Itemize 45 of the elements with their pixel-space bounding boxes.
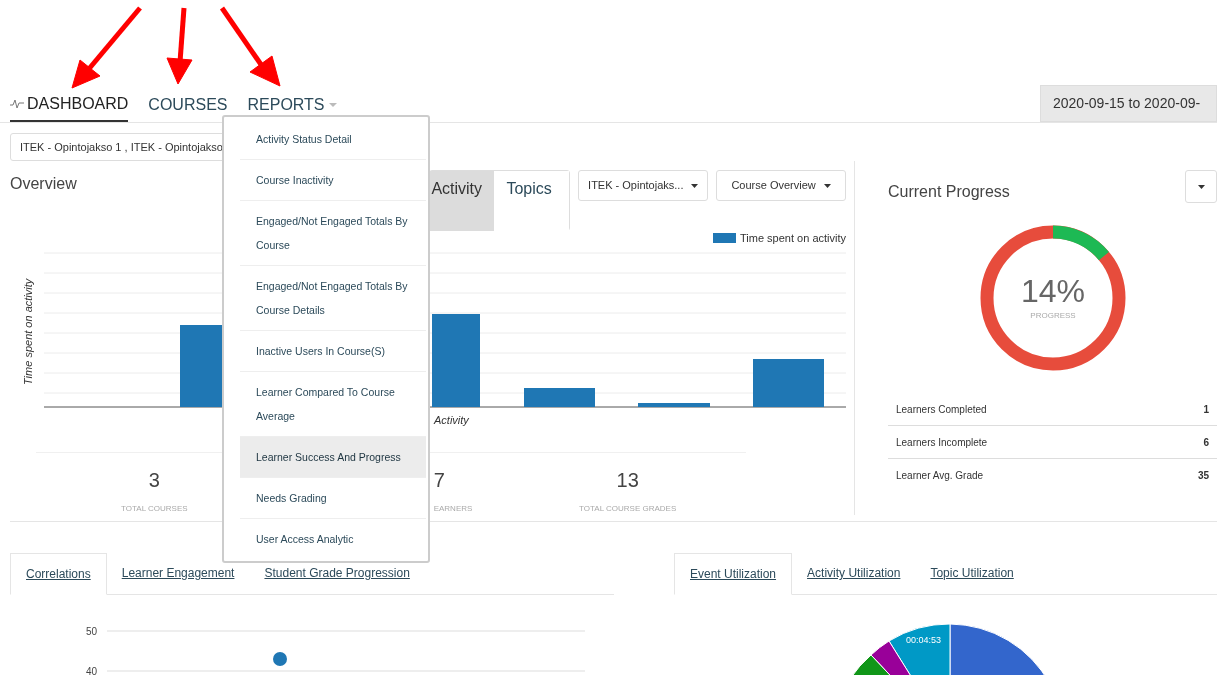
nav-tab[interactable]: REPORTS: [247, 88, 338, 122]
caret-icon: [691, 183, 699, 188]
caret-icon: [327, 102, 338, 108]
progress-title: Current Progress: [888, 182, 1010, 202]
bar: [753, 359, 824, 407]
stat-value: 35: [1197, 469, 1209, 483]
overview-title: Overview: [10, 174, 77, 194]
tab[interactable]: Event Utilization: [674, 553, 793, 595]
pulse-icon: [10, 99, 24, 109]
stat-value: 6: [1203, 435, 1209, 450]
stat-label: TOTAL COURSES: [121, 503, 188, 515]
tab[interactable]: Topic Utilization: [915, 552, 1029, 594]
stat-label: Learners Incomplete: [896, 435, 988, 450]
menu-item[interactable]: Learner Success And Progress: [240, 437, 426, 478]
progress-caption: PROGRESS: [1030, 309, 1076, 322]
pie-slice-label: 00:04:53: [906, 634, 942, 647]
x-axis-title: Activity: [434, 414, 469, 426]
tab[interactable]: Activity Utilization: [792, 552, 916, 594]
stat-label: Learners Completed: [896, 402, 987, 417]
date-range-button[interactable]: 2020-09-15 to 2020-09-: [1040, 85, 1217, 122]
y-tick-label: 50: [85, 626, 97, 637]
view-tab[interactable]: Activity: [430, 171, 495, 231]
stat-label: EARNERS: [433, 503, 473, 515]
stat-value: 3: [148, 468, 160, 493]
stat-value: 1: [1203, 402, 1209, 417]
menu-dropdown[interactable]: [1185, 170, 1217, 203]
select-dropdown[interactable]: ITEK - Opintojaks...: [578, 170, 709, 201]
view-tab[interactable]: Topics: [494, 171, 570, 231]
nav-tab[interactable]: COURSES: [148, 88, 228, 122]
bar: [524, 388, 595, 407]
progress-percent: 14%: [1020, 274, 1085, 307]
stat-label: Learner Avg. Grade: [896, 469, 984, 483]
caret-icon: [1197, 184, 1205, 189]
nav-tab[interactable]: DASHBOARD: [10, 88, 129, 122]
legend-swatch: [713, 233, 737, 243]
stat-value: 7: [433, 468, 445, 493]
caret-icon: [823, 183, 831, 188]
y-tick-label: 40: [85, 666, 97, 675]
select-dropdown[interactable]: Course Overview: [716, 170, 846, 201]
bar: [638, 403, 710, 407]
stat-label: TOTAL COURSE GRADES: [579, 503, 677, 515]
tab[interactable]: Correlations: [10, 553, 107, 595]
y-axis-title: Time spent on activity: [22, 278, 34, 385]
legend-label: Time spent on activity: [740, 230, 846, 246]
stat-value: 13: [616, 468, 639, 493]
